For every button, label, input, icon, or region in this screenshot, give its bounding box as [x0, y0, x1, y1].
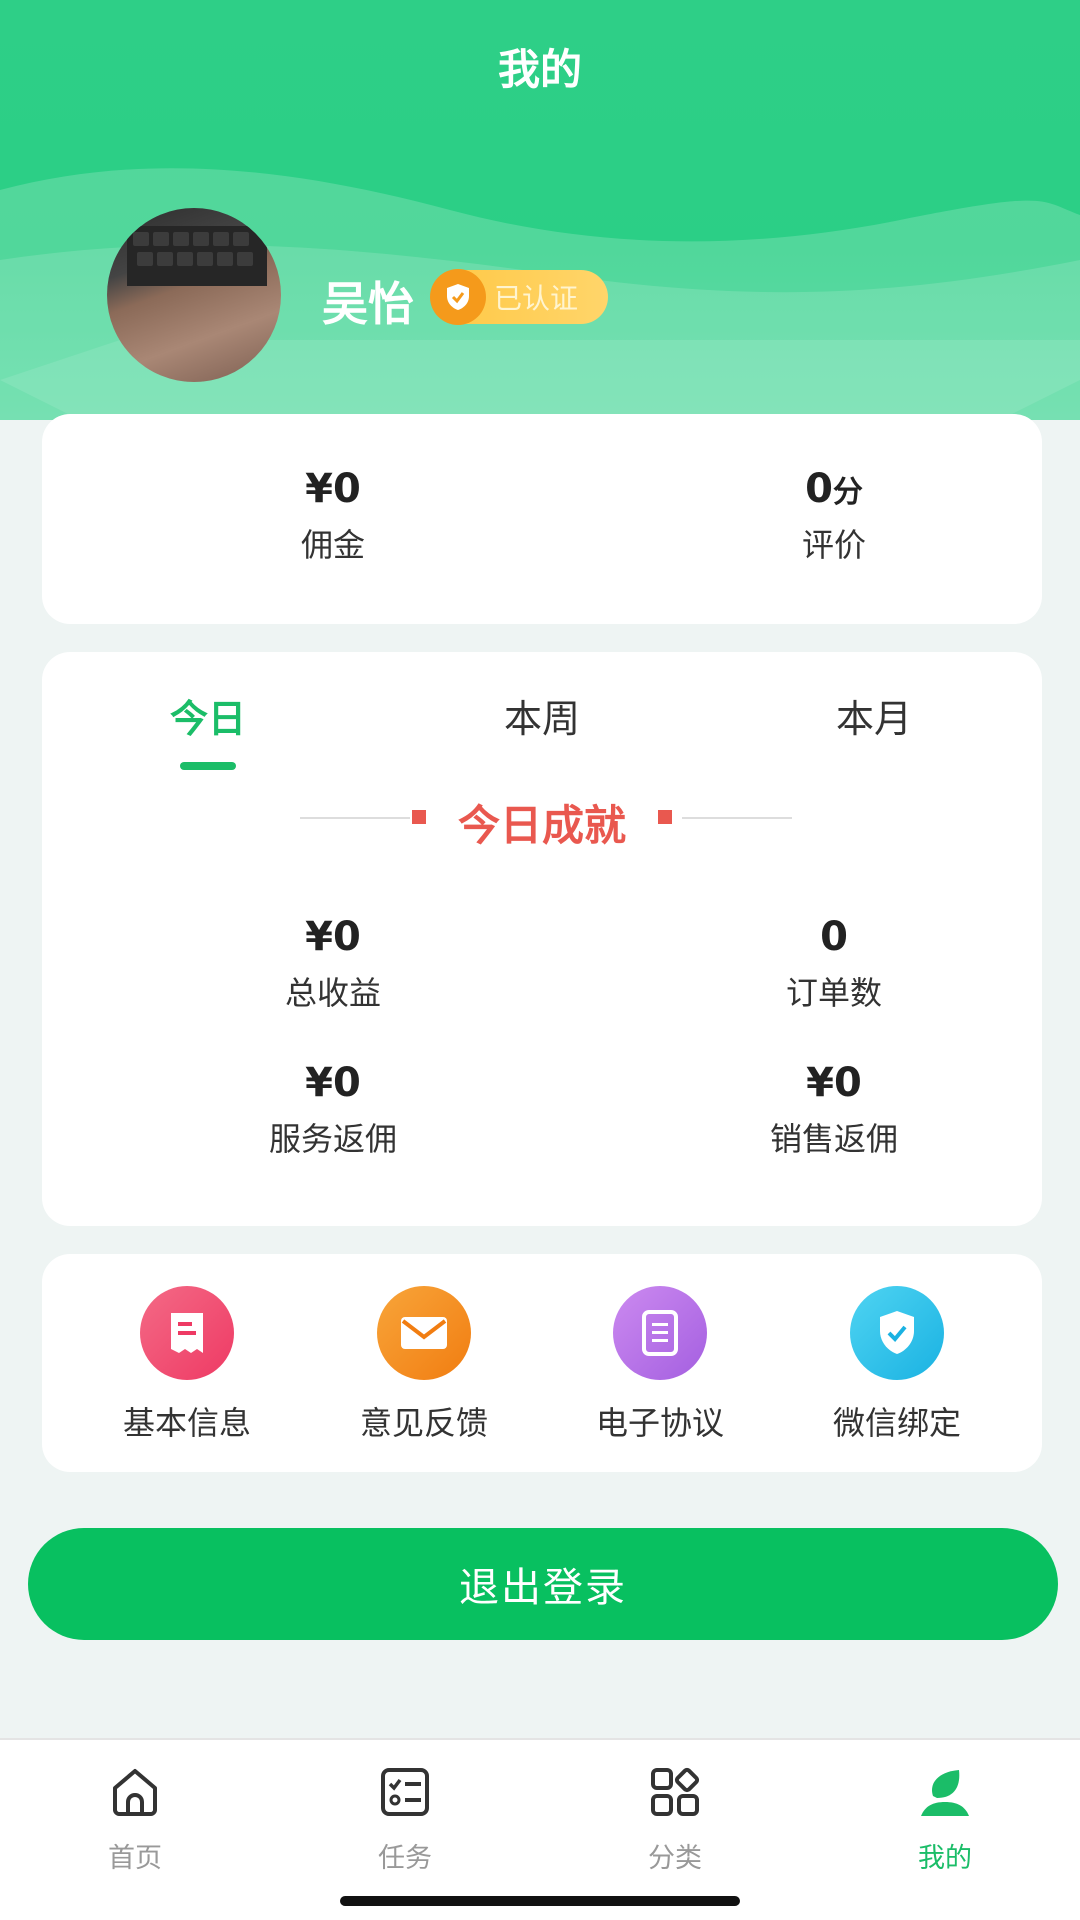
- nav-label: 分类: [648, 1843, 702, 1874]
- commission-value: ¥0: [305, 466, 361, 512]
- achievements-card: 今日 本周 本月 今日成就 ¥0 总收益 0 订单数 ¥0 服务返佣 ¥0 销售…: [42, 652, 1042, 1226]
- menu-e-agreement[interactable]: 电子协议: [560, 1286, 760, 1444]
- nav-home[interactable]: 首页: [35, 1762, 235, 1875]
- category-icon: [651, 1767, 700, 1816]
- stat-label: 总收益: [284, 974, 381, 1012]
- nav-label: 首页: [108, 1843, 162, 1874]
- tab-this-month[interactable]: 本月: [774, 688, 974, 743]
- avatar-photo: [127, 226, 267, 286]
- nav-label: 任务: [378, 1843, 432, 1874]
- avatar[interactable]: [107, 208, 281, 382]
- active-tab-indicator: [180, 762, 236, 770]
- shield-check-icon: [430, 269, 486, 325]
- receipt-icon: [140, 1286, 234, 1380]
- document-icon: [613, 1286, 707, 1380]
- sales-rebate-stat: ¥0 销售返佣: [684, 1060, 984, 1160]
- period-tabs: 今日 本周 本月: [42, 688, 1042, 770]
- logout-button[interactable]: 退出登录: [28, 1528, 1058, 1640]
- menu-label: 电子协议: [595, 1404, 724, 1442]
- nav-category[interactable]: 分类: [575, 1762, 775, 1875]
- shield-check-icon: [850, 1286, 944, 1380]
- rating-label: 评价: [801, 526, 866, 564]
- tab-this-week[interactable]: 本周: [442, 688, 642, 743]
- stat-value: ¥0: [806, 1060, 862, 1106]
- menu-label: 意见反馈: [359, 1404, 488, 1442]
- commission-label: 佣金: [300, 526, 365, 564]
- nav-label: 我的: [918, 1843, 972, 1874]
- stat-label: 服务返佣: [268, 1120, 397, 1158]
- menu-basic-info[interactable]: 基本信息: [87, 1286, 287, 1444]
- nav-tasks[interactable]: 任务: [305, 1762, 505, 1875]
- achievements-title: 今日成就: [457, 801, 626, 850]
- tab-today[interactable]: 今日: [108, 688, 308, 743]
- home-indicator: [340, 1896, 740, 1906]
- menu-wechat-binding[interactable]: 微信绑定: [797, 1286, 997, 1444]
- commission-stat[interactable]: ¥0 佣金: [183, 466, 483, 566]
- title-ornament-right: [658, 810, 672, 824]
- bottom-tab-bar: 首页 任务 分类 我的: [0, 1738, 1080, 1920]
- rating-value: 0分: [805, 466, 863, 512]
- stat-label: 订单数: [785, 974, 882, 1012]
- order-count-stat: 0 订单数: [684, 914, 984, 1014]
- profile-leaf-icon: [921, 1770, 969, 1816]
- rating-stat[interactable]: 0分 评价: [684, 466, 984, 566]
- summary-card: ¥0 佣金 0分 评价: [42, 414, 1042, 624]
- home-icon: [113, 1769, 157, 1816]
- nav-mine[interactable]: 我的: [845, 1762, 1045, 1875]
- stat-value: ¥0: [305, 1060, 361, 1106]
- verified-label: 已认证: [494, 282, 579, 315]
- menu-feedback[interactable]: 意见反馈: [324, 1286, 524, 1444]
- verified-badge: 已认证: [430, 269, 608, 325]
- mail-icon: [377, 1286, 471, 1380]
- service-rebate-stat: ¥0 服务返佣: [183, 1060, 483, 1160]
- tasks-icon: [381, 1768, 429, 1816]
- feature-menu-card: 基本信息 意见反馈 电子协议 微信绑定: [42, 1254, 1042, 1472]
- user-name: 吴怡: [322, 277, 414, 331]
- total-earnings-stat: ¥0 总收益: [183, 914, 483, 1014]
- stat-value: 0: [820, 914, 848, 960]
- menu-label: 微信绑定: [832, 1404, 961, 1442]
- title-divider-right: [682, 817, 792, 819]
- page-title: 我的: [497, 45, 582, 94]
- stat-value: ¥0: [305, 914, 361, 960]
- menu-label: 基本信息: [122, 1404, 251, 1442]
- stat-label: 销售返佣: [769, 1120, 898, 1158]
